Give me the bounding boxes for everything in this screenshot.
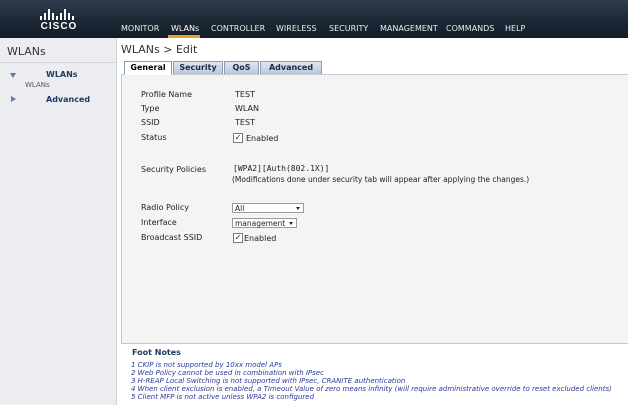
status-label: Status <box>141 133 167 142</box>
type-label: Type <box>141 104 160 113</box>
sidebar-subitem-wlans[interactable]: WLANs <box>25 81 50 89</box>
cisco-logo-bars-icon <box>38 8 80 20</box>
cisco-logo-text: CISCO <box>40 21 78 32</box>
sidebar-item-advanced[interactable]: Advanced <box>46 95 90 104</box>
footnotes-title: Foot Notes <box>132 348 181 357</box>
chevron-down-icon <box>289 222 293 225</box>
cisco-logo: CISCO <box>32 8 92 34</box>
status-enabled-text: Enabled <box>246 134 279 143</box>
security-policies-label: Security Policies <box>141 165 206 174</box>
nav-commands[interactable]: COMMANDS <box>446 24 494 33</box>
nav-security[interactable]: SECURITY <box>329 24 368 33</box>
tab-general[interactable]: General <box>124 61 172 75</box>
chevron-down-icon <box>296 207 300 210</box>
radio-policy-label: Radio Policy <box>141 203 190 212</box>
profile-name-label: Profile Name <box>141 90 193 99</box>
status-checkbox[interactable]: ✓ <box>233 133 243 143</box>
sidebar-title: WLANs <box>7 45 46 58</box>
type-value: WLAN <box>235 104 260 113</box>
page-title: WLANs > Edit <box>121 43 198 56</box>
footnote-item: 2 Web Policy cannot be used in combinati… <box>131 369 324 377</box>
footnote-item: 3 H-REAP Local Switching is not supporte… <box>131 377 406 385</box>
nav-management[interactable]: MANAGEMENT <box>380 24 438 33</box>
sidebar-item-wlans[interactable]: WLANs <box>46 70 78 79</box>
top-header: CISCO MONITOR WLANs CONTROLLER WIRELESS … <box>0 0 628 38</box>
nav-help[interactable]: HELP <box>505 24 525 33</box>
profile-name-value: TEST <box>235 90 255 99</box>
interface-select[interactable]: management <box>232 218 297 228</box>
broadcast-ssid-label: Broadcast SSID <box>141 233 203 242</box>
ssid-label: SSID <box>141 118 160 127</box>
radio-policy-value: All <box>235 204 245 213</box>
broadcast-ssid-enabled-text: Enabled <box>244 234 277 243</box>
general-panel <box>121 74 628 344</box>
radio-policy-select[interactable]: All <box>232 203 304 213</box>
expand-down-icon[interactable] <box>10 73 16 78</box>
nav-controller[interactable]: CONTROLLER <box>211 24 265 33</box>
nav-monitor[interactable]: MONITOR <box>121 24 159 33</box>
ssid-value: TEST <box>235 118 255 127</box>
tab-security[interactable]: Security <box>173 61 223 74</box>
interface-value: management <box>235 219 286 228</box>
footnote-item: 4 When client exclusion is enabled, a Ti… <box>131 385 612 393</box>
footnote-item: 1 CKIP is not supported by 10xx model AP… <box>131 361 282 369</box>
security-policies-value: [WPA2][Auth(802.1X)] <box>233 164 330 173</box>
nav-wireless[interactable]: WIRELESS <box>276 24 317 33</box>
tab-qos[interactable]: QoS <box>224 61 259 74</box>
sidebar-divider <box>0 62 116 63</box>
nav-wlans[interactable]: WLANs <box>171 24 199 33</box>
broadcast-ssid-checkbox[interactable]: ✓ <box>233 233 243 243</box>
footnote-item: 5 Client MFP is not active unless WPA2 i… <box>131 393 315 401</box>
tab-advanced[interactable]: Advanced <box>260 61 322 74</box>
sidebar: WLANs <box>0 38 117 405</box>
interface-label: Interface <box>141 218 177 227</box>
expand-right-icon[interactable] <box>11 96 16 102</box>
security-note: (Modifications done under security tab w… <box>232 175 530 184</box>
active-nav-indicator <box>168 35 200 38</box>
